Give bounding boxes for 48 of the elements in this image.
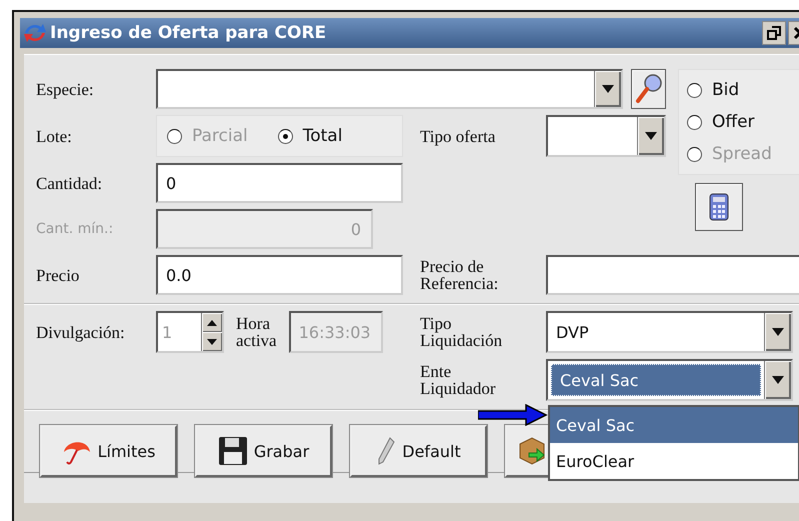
- radio-option[interactable]: Total: [278, 126, 342, 146]
- tipo-liquidacion-combo[interactable]: DVP: [546, 311, 793, 353]
- dropdown-option[interactable]: EuroClear: [550, 443, 798, 479]
- dropdown-button[interactable]: [637, 117, 664, 155]
- floppy-icon: [218, 436, 248, 466]
- calculator-button[interactable]: [695, 183, 743, 231]
- pointer-arrow: [478, 404, 548, 426]
- box-icon: [517, 436, 547, 466]
- precio-referencia-field[interactable]: [546, 255, 799, 295]
- caret-icon: [602, 85, 614, 93]
- precio-field[interactable]: 0.0: [156, 255, 403, 295]
- field-label: Cant. mín.:: [36, 222, 114, 236]
- search-icon: [634, 73, 662, 105]
- pen-icon: [376, 436, 396, 466]
- restore-button[interactable]: [762, 21, 786, 45]
- action-button[interactable]: Grabar: [195, 425, 332, 477]
- search-button[interactable]: [631, 69, 666, 109]
- caret-icon: [772, 328, 784, 336]
- restore-icon: [767, 26, 781, 40]
- dropdown-button[interactable]: [764, 313, 791, 351]
- field-label: Tipo Liquidación: [420, 315, 502, 349]
- caret-icon: [772, 376, 784, 384]
- especie-combo[interactable]: [156, 69, 623, 109]
- radio-option[interactable]: Offer: [687, 112, 799, 132]
- ente-liquidador-combo[interactable]: Ceval Sac: [546, 359, 793, 401]
- field-label: Lote:: [36, 128, 73, 144]
- field-label: Tipo oferta: [420, 128, 496, 144]
- field-label: Especie:: [36, 80, 95, 98]
- radio-option[interactable]: Bid: [687, 80, 799, 100]
- action-button[interactable]: Límites: [40, 425, 177, 477]
- window-title: Ingreso de Oferta para CORE: [50, 23, 328, 43]
- field-label: Ente Liquidador: [420, 363, 496, 397]
- dropdown-button[interactable]: [594, 71, 621, 107]
- field-label: Hora activa: [236, 315, 277, 349]
- selected-value: Ceval Sac: [551, 364, 761, 396]
- action-button[interactable]: Default: [350, 425, 487, 477]
- calculator-icon: [709, 193, 729, 221]
- up-caret-icon: [207, 320, 217, 326]
- cantidad-field[interactable]: 0: [156, 163, 403, 203]
- field-label: Precio: [36, 266, 80, 284]
- caret-icon: [645, 132, 657, 140]
- field-label: Divulgación:: [36, 324, 126, 340]
- dropdown-button[interactable]: [764, 361, 791, 399]
- field-label: Cantidad:: [36, 174, 104, 192]
- tipo-oferta-combo[interactable]: [546, 115, 666, 157]
- dropdown-option[interactable]: Ceval Sac: [550, 407, 798, 443]
- field-label: Precio de Referencia:: [420, 258, 500, 292]
- down-caret-icon: [207, 338, 217, 344]
